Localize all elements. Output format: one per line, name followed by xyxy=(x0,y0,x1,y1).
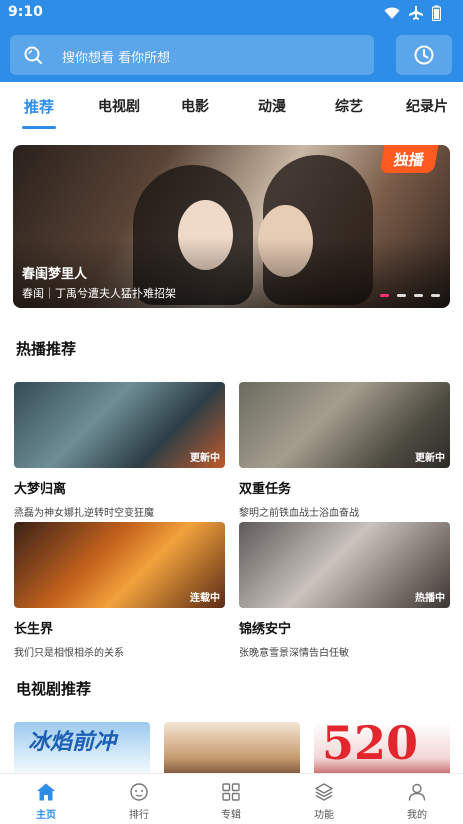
nav-profile[interactable]: 我的 xyxy=(377,774,457,824)
nav-home[interactable]: 主页 xyxy=(6,774,86,824)
poster-title: 冰焰前冲 xyxy=(28,730,117,755)
banner-subtitle: 春闺｜丁禹兮遭夫人猛扑难招架 xyxy=(22,287,176,300)
search-icon xyxy=(24,46,42,64)
tab-movies[interactable]: 电影 xyxy=(181,96,209,116)
show-card[interactable]: 连载中 长生界 我们只是相恨相杀的关系 xyxy=(14,522,225,659)
search-input[interactable]: 搜你想看 看你所想 xyxy=(10,35,374,75)
exclusive-badge: 独播 xyxy=(379,145,439,173)
battery-icon xyxy=(432,5,441,21)
tab-recommend[interactable]: 推荐 xyxy=(24,96,54,117)
tab-documentary[interactable]: 纪录片 xyxy=(406,96,448,116)
show-card[interactable]: 更新中 双重任务 黎明之前铁血战士浴血奋战 xyxy=(239,382,450,519)
show-title: 锦绣安宁 xyxy=(239,622,292,637)
tab-variety[interactable]: 综艺 xyxy=(335,96,363,116)
search-placeholder: 搜你想看 看你所想 xyxy=(62,51,171,66)
carousel-dot[interactable] xyxy=(397,294,406,297)
carousel-dot[interactable] xyxy=(431,294,440,297)
status-bar: 9:10 xyxy=(0,0,463,26)
airplane-icon xyxy=(409,6,423,20)
carousel-dot[interactable] xyxy=(414,294,423,297)
nav-ranking[interactable]: 排行 xyxy=(99,774,179,824)
grid-icon xyxy=(222,783,240,801)
show-title: 双重任务 xyxy=(239,482,292,497)
show-thumbnail: 更新中 xyxy=(14,382,225,468)
nav-functions[interactable]: 功能 xyxy=(284,774,364,824)
ranking-icon xyxy=(130,783,148,801)
layers-icon xyxy=(315,783,333,801)
section-title-hot: 热播推荐 xyxy=(16,340,77,358)
tab-anime[interactable]: 动漫 xyxy=(258,96,286,116)
status-badge: 更新中 xyxy=(415,453,445,464)
show-thumbnail: 连载中 xyxy=(14,522,225,608)
status-badge: 更新中 xyxy=(190,453,220,464)
show-description: 黎明之前铁血战士浴血奋战 xyxy=(239,508,359,519)
show-card[interactable]: 热播中 锦绣安宁 张晚意雪景深情告白任敏 xyxy=(239,522,450,659)
show-description: 张晚意雪景深情告白任敏 xyxy=(239,648,349,659)
status-time: 9:10 xyxy=(8,4,43,20)
home-icon xyxy=(37,783,55,801)
featured-banner[interactable]: 独播 春闺梦里人 春闺｜丁禹兮遭夫人猛扑难招架 xyxy=(13,145,450,308)
show-description: 我们只是相恨相杀的关系 xyxy=(14,648,124,659)
banner-title: 春闺梦里人 xyxy=(22,267,88,282)
clock-icon xyxy=(414,45,434,65)
nav-albums[interactable]: 专辑 xyxy=(191,774,271,824)
carousel-indicator xyxy=(380,294,440,297)
show-title: 长生界 xyxy=(14,622,54,637)
show-thumbnail: 更新中 xyxy=(239,382,450,468)
wifi-icon xyxy=(384,7,400,19)
section-title-tv: 电视剧推荐 xyxy=(16,680,92,698)
tab-tv-series[interactable]: 电视剧 xyxy=(98,96,140,116)
category-tabs: 推荐 电视剧 电影 动漫 综艺 纪录片 xyxy=(0,86,463,130)
bottom-navigation: 主页 排行 专辑 功能 我的 xyxy=(0,773,463,823)
carousel-dot[interactable] xyxy=(380,294,389,297)
show-card[interactable]: 更新中 大梦归离 烝磊为神女娜扎逆转时空变狂魔 xyxy=(14,382,225,519)
status-badge: 连载中 xyxy=(190,593,220,604)
show-thumbnail: 热播中 xyxy=(239,522,450,608)
show-title: 大梦归离 xyxy=(14,482,67,497)
user-icon xyxy=(408,783,426,801)
active-tab-indicator xyxy=(22,126,56,129)
history-button[interactable] xyxy=(396,35,452,75)
poster-title: 520 xyxy=(322,722,419,770)
status-badge: 热播中 xyxy=(415,593,445,604)
show-description: 烝磊为神女娜扎逆转时空变狂魔 xyxy=(14,508,154,519)
